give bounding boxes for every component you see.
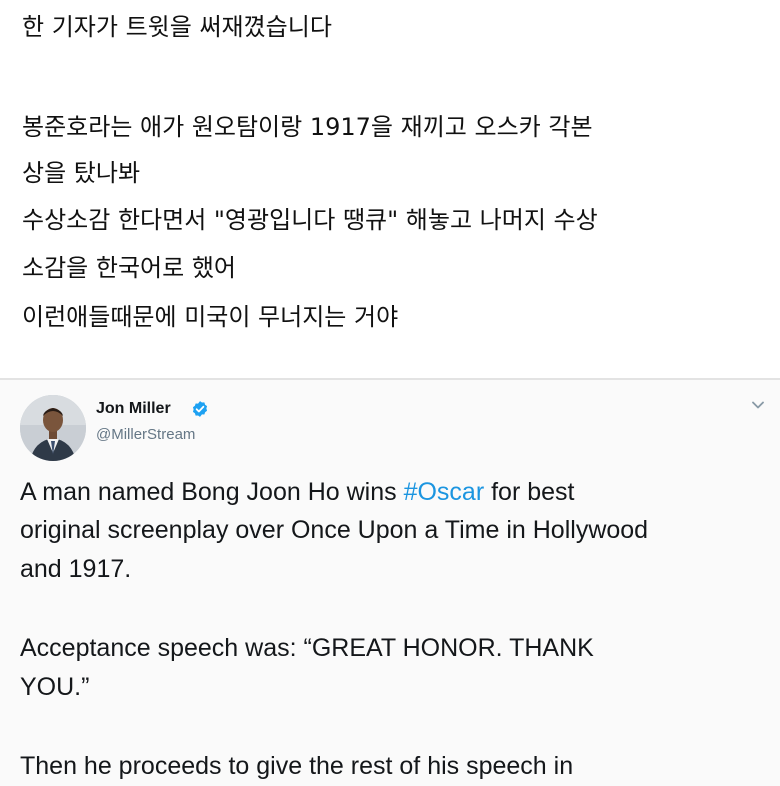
tweet-text-line-6: Then he proceeds to give the rest of his… <box>20 752 574 780</box>
tweet-text-line-5: YOU.” <box>20 673 90 701</box>
chevron-down-icon[interactable] <box>751 400 765 410</box>
avatar[interactable] <box>20 395 86 461</box>
post-line-3: 상을 탔나봐 <box>22 159 141 187</box>
avatar-image <box>20 395 86 461</box>
author-name[interactable]: Jon Miller <box>96 399 171 419</box>
hashtag-oscar-link[interactable]: #Oscar <box>404 478 485 506</box>
korean-post: 한 기자가 트윗을 써재꼈습니다 봉준호라는 애가 원오탐이랑 1917을 재끼… <box>0 0 780 378</box>
tweet-text-line-3: and 1917. <box>20 555 132 583</box>
post-line-4: 수상소감 한다면서 "영광입니다 땡큐" 해놓고 나머지 수상 <box>22 206 598 234</box>
tweet-text-line-2: original screenplay over Once Upon a Tim… <box>20 516 649 544</box>
post-line-1: 한 기자가 트윗을 써재꼈습니다 <box>22 13 332 41</box>
tweet-text-segment: A man named Bong Joon Ho wins <box>20 478 404 506</box>
post-line-6: 이런애들때문에 미국이 무너지는 거야 <box>22 303 399 331</box>
embedded-tweet[interactable]: Jon Miller @MillerStream A man named Bon… <box>0 380 780 786</box>
tweet-text-segment: for best <box>484 478 575 506</box>
author-handle[interactable]: @MillerStream <box>96 425 195 445</box>
tweet-text-line-1: A man named Bong Joon Ho wins #Oscar for… <box>20 475 574 509</box>
post-line-2: 봉준호라는 애가 원오탐이랑 1917을 재끼고 오스카 각본 <box>22 113 593 141</box>
post-line-5: 소감을 한국어로 했어 <box>22 254 236 282</box>
verified-badge-icon <box>192 401 208 417</box>
tweet-text-line-4: Acceptance speech was: “GREAT HONOR. THA… <box>20 634 594 662</box>
